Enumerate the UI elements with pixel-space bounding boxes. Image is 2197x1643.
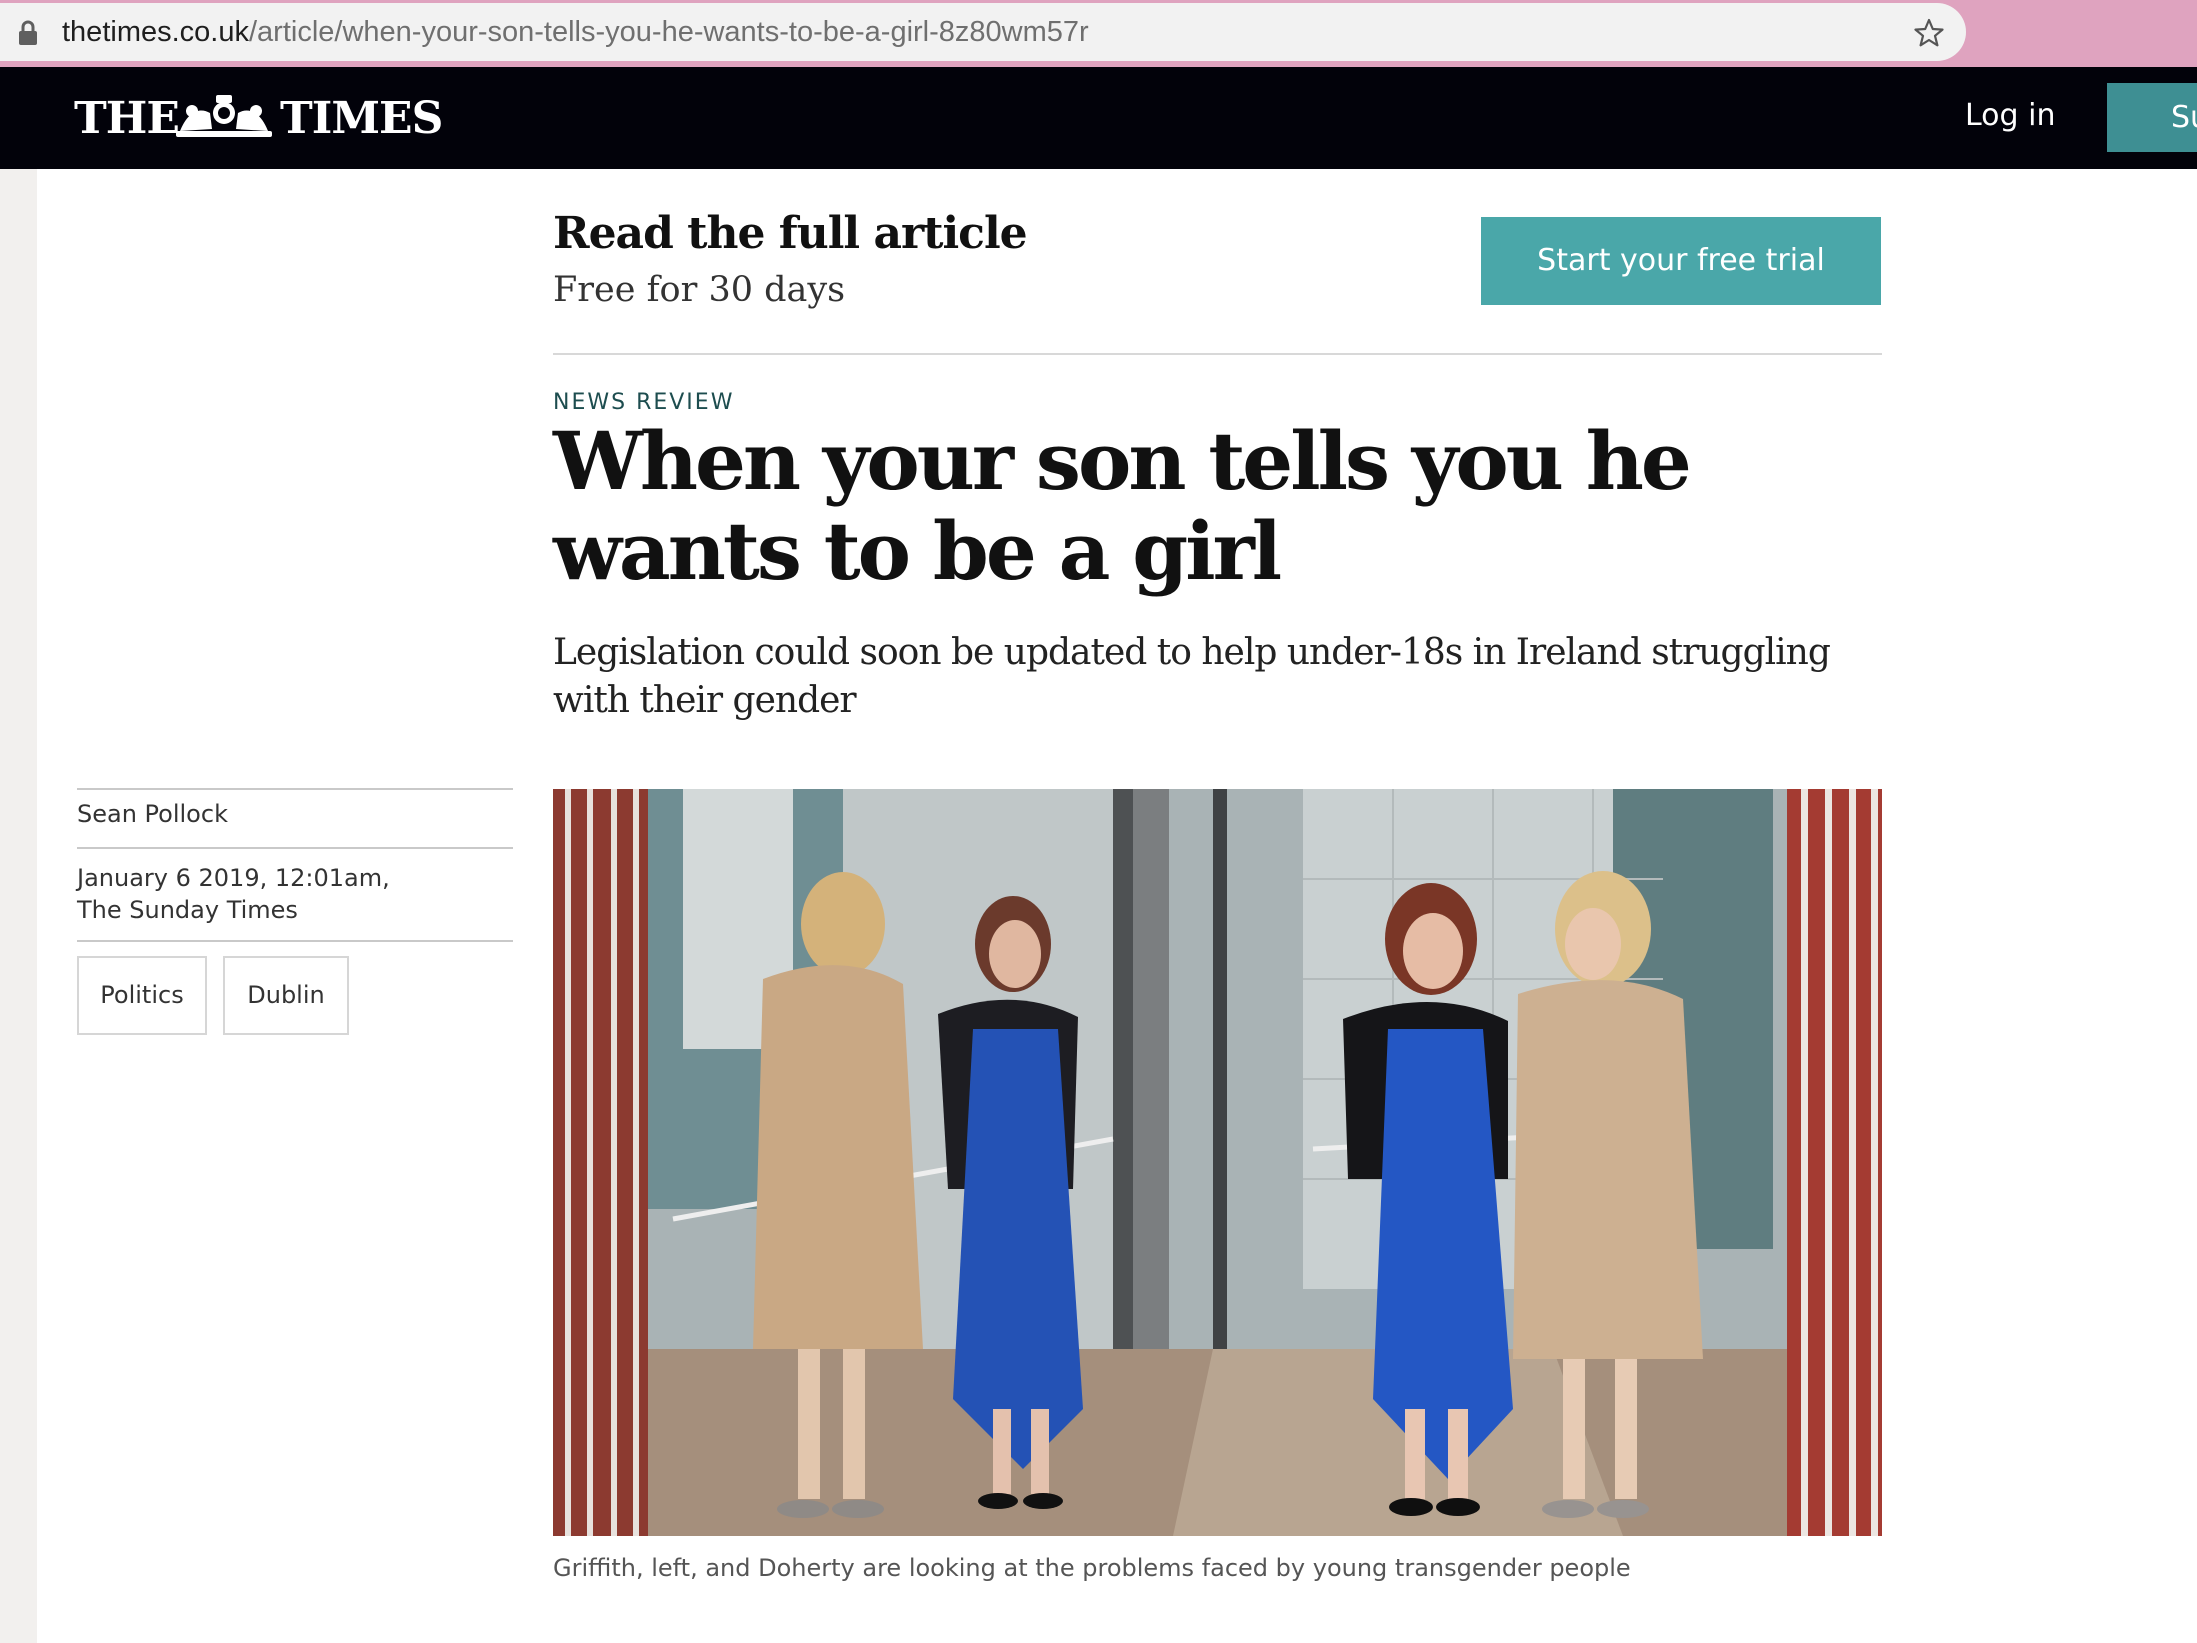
url-path: /article/when-your-son-tells-you-he-want… <box>248 16 1089 48</box>
lock-icon <box>19 20 37 45</box>
hero-photo-illustration <box>553 789 1882 1536</box>
subscribe-label: Subscribe <box>2171 100 2197 135</box>
royal-crest-icon <box>176 95 272 137</box>
bookmark-star-icon[interactable] <box>1914 18 1944 48</box>
byline-divider <box>77 788 513 790</box>
promo-divider <box>553 353 1882 355</box>
site-header: THE TIMES Log in Subscribe <box>0 67 2197 169</box>
publication-name: The Sunday Times <box>77 896 298 924</box>
publish-date: January 6 2019, 12:01am, <box>77 864 390 892</box>
logo-text-times: TIMES <box>280 93 443 144</box>
url-text[interactable]: thetimes.co.uk/article/when-your-son-tel… <box>62 15 1089 49</box>
subscribe-button[interactable]: Subscribe <box>2107 83 2197 152</box>
url-host: thetimes.co.uk <box>62 16 249 48</box>
the-times-logo[interactable]: THE TIMES <box>74 91 443 145</box>
browser-toolbar: thetimes.co.uk/article/when-your-son-tel… <box>0 0 2197 67</box>
article-hero-image <box>553 789 1882 1536</box>
image-caption: Griffith, left, and Doherty are looking … <box>553 1554 1631 1582</box>
promo-title: Read the full article <box>553 208 1028 259</box>
tag-politics[interactable]: Politics <box>77 956 207 1035</box>
author-name[interactable]: Sean Pollock <box>77 798 228 830</box>
page-gutter <box>0 169 37 1643</box>
article-headline: When your son tells you he wants to be a… <box>553 414 1692 598</box>
article-standfirst: Legislation could soon be updated to hel… <box>553 632 1831 721</box>
start-free-trial-button[interactable]: Start your free trial <box>1481 217 1881 305</box>
promo-subtitle: Free for 30 days <box>553 270 846 310</box>
tags-divider <box>77 940 513 942</box>
address-bar[interactable]: thetimes.co.uk/article/when-your-son-tel… <box>0 3 1966 61</box>
tag-dublin[interactable]: Dublin <box>223 956 349 1035</box>
login-link[interactable]: Log in <box>1965 96 2055 136</box>
date-divider <box>77 847 513 849</box>
logo-text-the: THE <box>74 93 180 144</box>
